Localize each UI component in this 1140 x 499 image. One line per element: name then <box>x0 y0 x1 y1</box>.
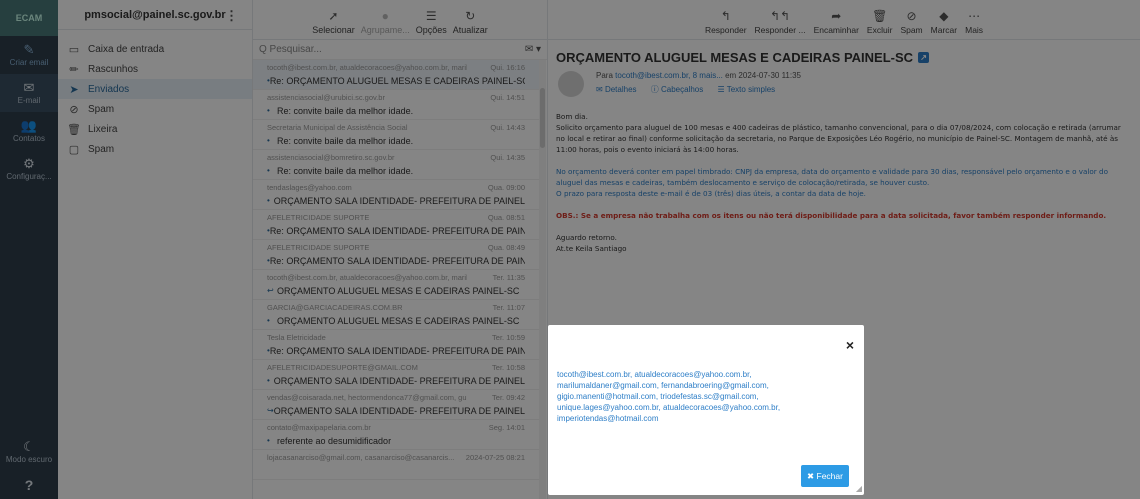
recipients-list: tocoth@ibest.com.br, atualdecoracoes@yah… <box>557 370 781 423</box>
recipients-dialog: × tocoth@ibest.com.br, atualdecoracoes@y… <box>548 325 864 495</box>
close-button[interactable]: ✖ Fechar <box>801 465 849 487</box>
resize-grip-icon[interactable]: ◢ <box>856 484 862 493</box>
close-icon[interactable]: × <box>846 337 854 353</box>
mail-app: ECAM ✎ Criar email ✉ E-mail 👥 Contatos ⚙… <box>0 0 1140 499</box>
